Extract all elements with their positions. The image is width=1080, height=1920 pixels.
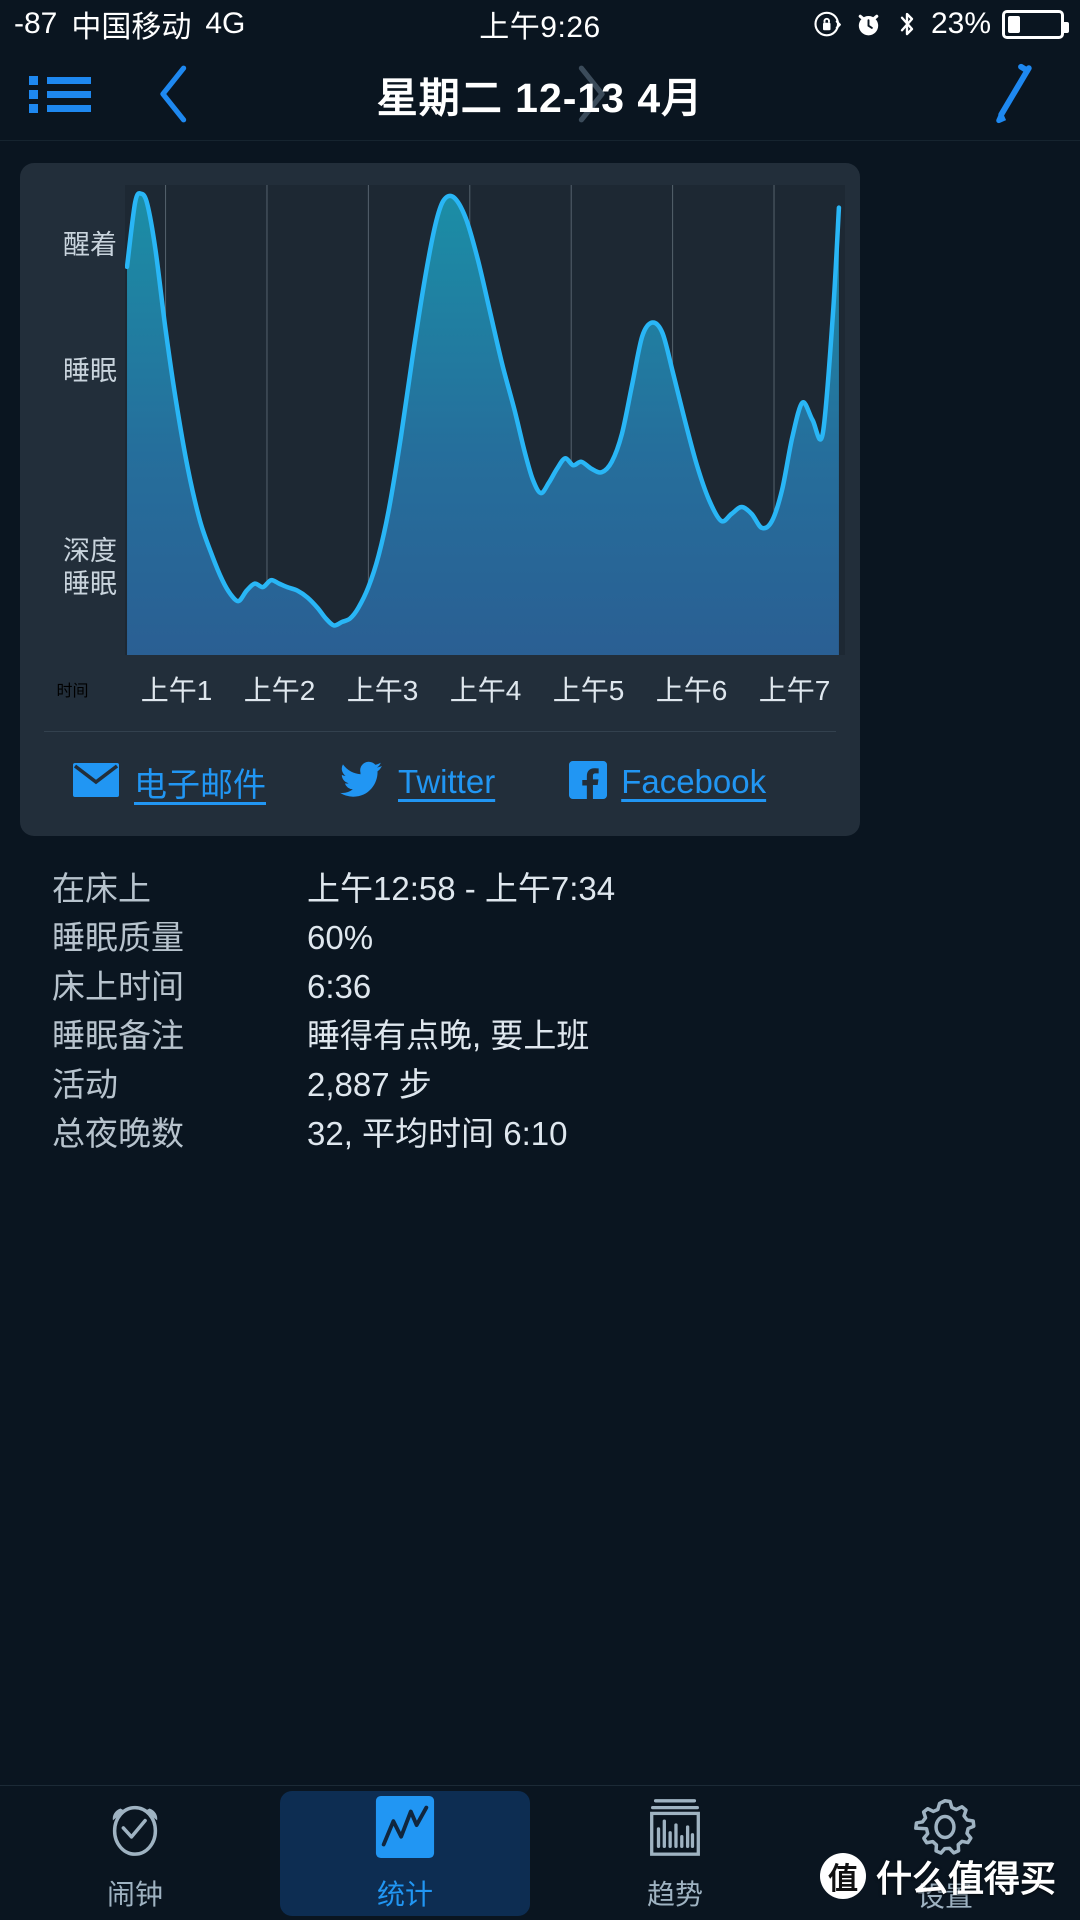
bar-chart-icon	[642, 1794, 708, 1865]
tab-stats-label: 统计	[376, 1878, 433, 1910]
stat-row: 床上时间 6:36	[52, 960, 1080, 1009]
stat-row: 睡眠质量 60%	[52, 911, 1080, 960]
stat-row: 在床上 上午12:58 - 上午7:34	[52, 862, 1080, 911]
status-bar: -87 中国移动 4G 上午9:26 23%	[0, 0, 1080, 48]
stat-row: 睡眠备注 睡得有点晚, 要上班	[52, 1009, 1080, 1058]
stat-key: 床上时间	[52, 968, 184, 1005]
status-right: 23%	[813, 7, 1080, 41]
share-facebook-button[interactable]: Facebook	[569, 760, 767, 804]
tab-settings-label: 设置	[916, 1880, 973, 1912]
battery-icon	[1002, 9, 1069, 39]
share-twitter-button[interactable]: Twitter	[338, 761, 495, 804]
pencil-icon[interactable]	[950, 48, 1080, 141]
x-tick-2: 上午2	[243, 675, 316, 706]
chevron-right-icon[interactable]	[535, 48, 645, 141]
tab-bar: 闹钟 统计 趋势 设置 值 什么值得买	[0, 1785, 1080, 1920]
facebook-icon	[569, 760, 608, 804]
tab-trends[interactable]: 趋势	[540, 1786, 810, 1920]
carrier-name: 中国移动	[71, 11, 192, 44]
chart-y-axis: 醒着 睡眠 深度 睡眠	[20, 185, 125, 655]
y-tick-sleep: 睡眠	[63, 356, 117, 386]
envelope-icon	[72, 762, 120, 803]
stat-row: 总夜晚数 32, 平均时间 6:10	[52, 1107, 1080, 1156]
stat-value: 60%	[307, 919, 374, 956]
bluetooth-icon	[894, 9, 920, 39]
status-left: -87 中国移动 4G	[0, 2, 245, 46]
share-email-label: 电子邮件	[134, 766, 266, 803]
tab-stats[interactable]: 统计	[270, 1786, 540, 1920]
network-type: 4G	[205, 7, 246, 40]
stat-value: 32, 平均时间 6:10	[307, 1115, 568, 1152]
x-tick-4: 上午4	[449, 675, 522, 706]
tab-settings[interactable]: 设置	[810, 1786, 1080, 1920]
x-tick-5: 上午5	[552, 675, 625, 706]
nav-bar: 星期二 12-13 4月	[0, 48, 1080, 141]
twitter-icon	[338, 761, 384, 804]
chart-x-axis: 时间 上午1 上午2 上午3 上午4 上午5 上午6 上午7	[20, 655, 860, 723]
chart-container: 醒着 睡眠 深度 睡眠 时间 上午1 上午2 上午3 上午4 上午5 上午6 上…	[20, 163, 860, 723]
tab-alarm[interactable]: 闹钟	[0, 1786, 270, 1920]
rotation-lock-icon	[813, 9, 843, 39]
stat-key: 总夜晚数	[52, 1115, 184, 1152]
stat-key: 睡眠质量	[52, 919, 184, 956]
stat-value: 上午12:58 - 上午7:34	[307, 870, 616, 907]
stat-value: 2,887 步	[307, 1066, 432, 1103]
sleep-curve-svg	[125, 185, 845, 655]
stat-value: 睡得有点晚, 要上班	[307, 1017, 590, 1054]
chevron-left-icon[interactable]	[120, 48, 230, 141]
x-tick-1: 上午1	[140, 675, 213, 706]
chart-plot-area[interactable]	[125, 185, 845, 655]
x-axis-title: 时间	[56, 683, 89, 700]
signal-strength: -87	[14, 7, 58, 40]
y-tick-awake: 醒着	[63, 230, 117, 260]
list-icon-glyph	[29, 71, 91, 118]
stat-key: 在床上	[52, 870, 151, 907]
tab-trends-label: 趋势	[646, 1878, 703, 1910]
sleep-stats-list: 在床上 上午12:58 - 上午7:34 睡眠质量 60% 床上时间 6:36 睡眠备注 睡得…	[0, 862, 1080, 1156]
x-tick-6: 上午6	[655, 675, 728, 706]
sleep-chart-card: 醒着 睡眠 深度 睡眠 时间 上午1 上午2 上午3 上午4 上午5 上午6 上…	[20, 163, 860, 836]
battery-percent: 23%	[930, 7, 991, 40]
stat-row: 活动 2,887 步	[52, 1058, 1080, 1107]
alarm-icon	[854, 10, 883, 39]
share-row: 电子邮件 Twitter Facebook	[20, 732, 860, 836]
stat-value: 6:36	[307, 968, 372, 1005]
stat-key: 活动	[52, 1066, 118, 1103]
stat-key: 睡眠备注	[52, 1017, 184, 1054]
line-chart-icon	[374, 1794, 436, 1865]
share-facebook-label: Facebook	[621, 763, 767, 800]
alarm-clock-icon	[102, 1794, 168, 1865]
x-tick-3: 上午3	[346, 675, 419, 706]
share-twitter-label: Twitter	[398, 763, 496, 800]
share-email-button[interactable]: 电子邮件	[72, 758, 266, 806]
gear-icon	[910, 1792, 980, 1867]
x-tick-7: 上午7	[758, 675, 831, 706]
list-icon[interactable]	[0, 48, 120, 141]
tab-alarm-label: 闹钟	[106, 1878, 163, 1910]
y-tick-deep-sleep: 深度 睡眠	[63, 536, 117, 599]
